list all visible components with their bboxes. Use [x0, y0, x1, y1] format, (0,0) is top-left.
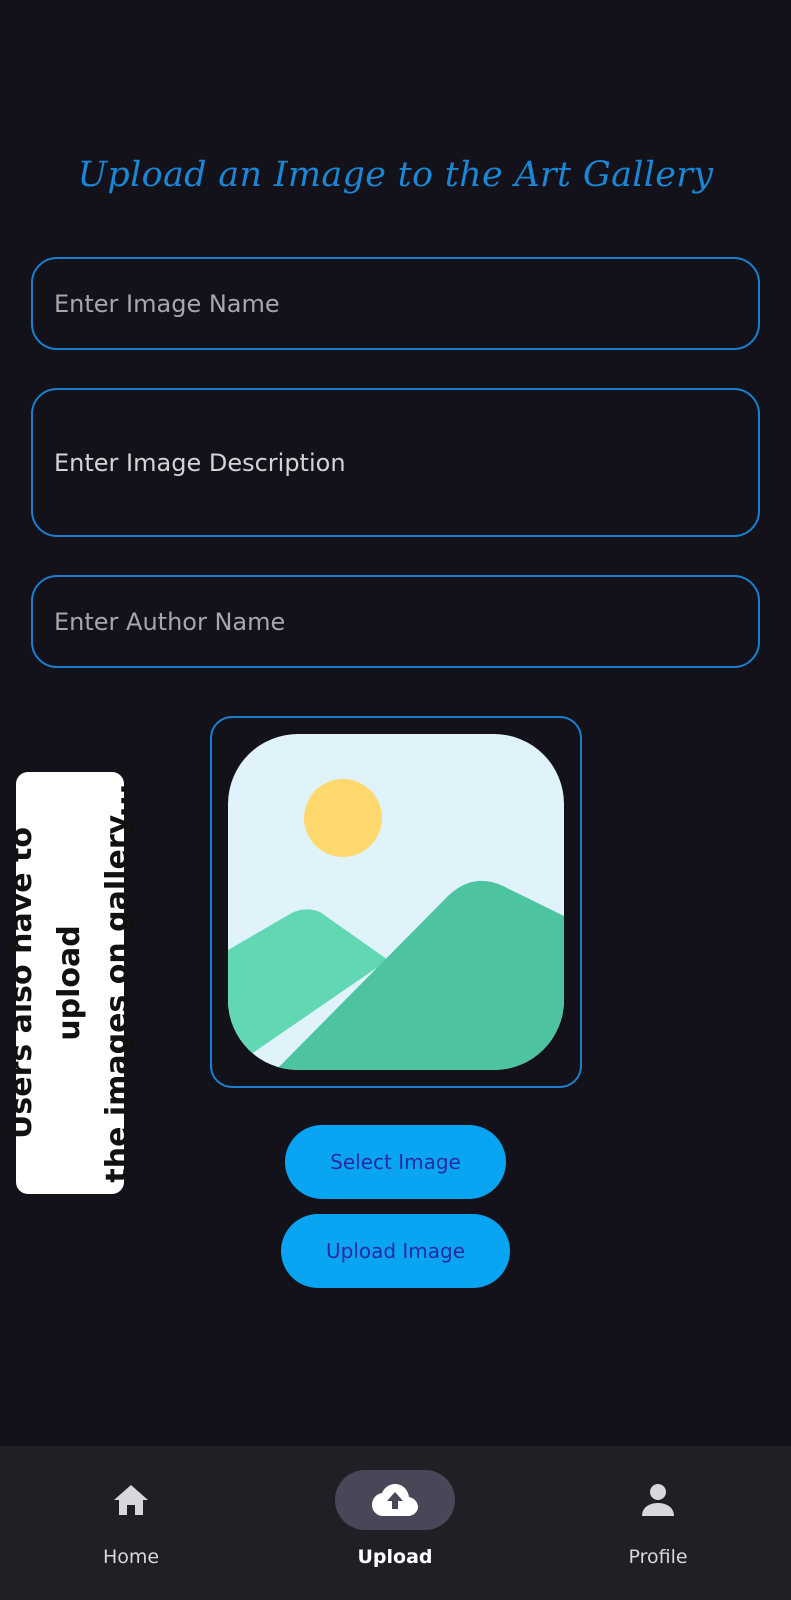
- upload-screen: Upload an Image to the Art Gallery Selec…: [0, 0, 791, 1600]
- author-name-field[interactable]: [31, 575, 760, 668]
- author-name-input[interactable]: [54, 607, 758, 636]
- nav-profile-label: Profile: [628, 1546, 688, 1568]
- image-placeholder-icon: [228, 734, 564, 1070]
- nav-upload-pill: [335, 1470, 455, 1530]
- image-name-input[interactable]: [54, 289, 758, 318]
- cloud-upload-icon: [372, 1484, 418, 1516]
- annotation-text: Users also have to upload the images on …: [4, 783, 135, 1183]
- nav-home-label: Home: [102, 1546, 160, 1568]
- image-description-field[interactable]: [31, 388, 760, 537]
- home-icon: [114, 1485, 148, 1515]
- image-description-input[interactable]: [54, 448, 758, 477]
- nav-home-pill: [71, 1470, 191, 1530]
- nav-item-home[interactable]: Home: [31, 1446, 231, 1600]
- image-name-field[interactable]: [31, 257, 760, 350]
- nav-upload-label: Upload: [357, 1546, 433, 1568]
- page-title: Upload an Image to the Art Gallery: [77, 155, 714, 195]
- nav-profile-pill: [598, 1470, 718, 1530]
- bottom-nav: Home Upload Profile: [0, 1446, 791, 1600]
- nav-item-profile[interactable]: Profile: [558, 1446, 758, 1600]
- nav-item-upload[interactable]: Upload: [295, 1446, 495, 1600]
- select-image-button[interactable]: Select Image: [285, 1125, 506, 1199]
- annotation-note: Users also have to upload the images on …: [4, 772, 135, 1194]
- person-icon: [642, 1484, 674, 1516]
- upload-image-button[interactable]: Upload Image: [281, 1214, 510, 1288]
- image-preview[interactable]: [210, 716, 582, 1088]
